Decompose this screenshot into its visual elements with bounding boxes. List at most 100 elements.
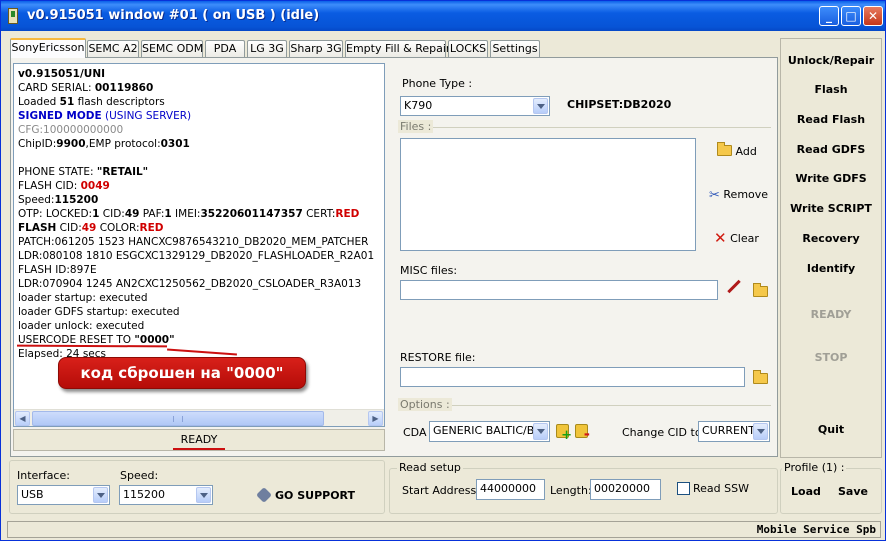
log-line: FLASH CID: 0049 xyxy=(18,180,110,192)
profile-legend: Profile (1) : xyxy=(782,461,847,474)
restore-browse-button[interactable] xyxy=(753,370,768,386)
phone-type-select[interactable]: K790 xyxy=(400,96,550,116)
chevron-down-icon[interactable] xyxy=(753,423,768,440)
go-support-button[interactable]: GO SUPPORT xyxy=(256,487,355,503)
chevron-down-icon[interactable] xyxy=(196,487,211,503)
read-ssw-label: Read SSW xyxy=(693,482,749,495)
misc-browse-button[interactable] xyxy=(753,283,768,299)
status-bar: Mobile Service Spb xyxy=(7,521,881,538)
tab-sonyericsson[interactable]: SonyEricsson xyxy=(10,38,86,58)
misc-files-label: MISC files: xyxy=(400,264,458,277)
interface-label: Interface: xyxy=(17,469,70,482)
length-label: Length: xyxy=(550,484,592,497)
log-line: v0.915051/UNI xyxy=(18,68,106,80)
log-line: LDR:070904 1245 AN2CXC1250562_DB2020_CSL… xyxy=(18,278,362,290)
files-legend: Files : xyxy=(398,120,434,133)
title-bar[interactable]: v0.915051 window #01 ( on USB ) (idle) _… xyxy=(1,1,885,31)
unlock-repair-button[interactable]: Unlock/Repair xyxy=(781,54,881,67)
log-blank xyxy=(18,151,374,165)
misc-files-input[interactable] xyxy=(400,280,718,300)
log-line: CARD SERIAL: 00119860 xyxy=(18,82,154,94)
folder-icon xyxy=(753,370,768,384)
log-line: FLASH ID:897E xyxy=(18,264,97,276)
quit-button[interactable]: Quit xyxy=(781,423,881,436)
support-icon xyxy=(256,487,272,503)
files-list[interactable] xyxy=(400,138,696,251)
read-gdfs-button[interactable]: Read GDFS xyxy=(781,143,881,156)
remove-cda-icon[interactable] xyxy=(575,424,590,443)
remove-button[interactable]: ✂ Remove xyxy=(709,188,768,203)
phone-type-label: Phone Type : xyxy=(402,77,473,90)
close-button[interactable]: ✕ xyxy=(863,6,883,26)
change-cid-label: Change CID to xyxy=(622,426,702,439)
length-input[interactable]: 00020000 xyxy=(590,479,661,500)
tab-pda[interactable]: PDA xyxy=(205,40,245,57)
options-group xyxy=(400,405,771,406)
speed-select[interactable]: 115200 xyxy=(119,485,213,505)
start-address-input[interactable]: 44000000 xyxy=(476,479,545,500)
chipset-label: CHIPSET:DB2020 xyxy=(567,98,672,111)
tab-lg-3g[interactable]: LG 3G xyxy=(247,40,287,57)
app-icon xyxy=(8,8,18,24)
log-line: CFG:100000000000 xyxy=(18,124,124,136)
save-profile-button[interactable]: Save xyxy=(838,485,868,498)
maximize-button[interactable]: □ xyxy=(841,6,861,26)
options-legend: Options : xyxy=(398,398,452,411)
folder-icon xyxy=(753,283,768,297)
restore-file-label: RESTORE file: xyxy=(400,351,476,364)
log-line: loader GDFS startup: executed xyxy=(18,306,180,318)
log-line: FLASH CID:49 COLOR:RED xyxy=(18,222,164,234)
load-profile-button[interactable]: Load xyxy=(791,485,821,498)
brand-label: Mobile Service Spb xyxy=(756,523,876,536)
log-line: PHONE STATE: "RETAIL" xyxy=(18,166,149,178)
write-script-button[interactable]: Write SCRIPT xyxy=(781,202,881,215)
cda-label: CDA xyxy=(403,426,427,439)
restore-file-input[interactable] xyxy=(400,367,745,387)
scroll-left-icon[interactable]: ◀ xyxy=(15,411,30,426)
folder-icon xyxy=(717,142,732,156)
clear-button[interactable]: ✕ Clear xyxy=(714,229,759,247)
misc-edit-button[interactable] xyxy=(726,279,742,295)
recovery-button[interactable]: Recovery xyxy=(781,232,881,245)
log-line: SIGNED MODE (USING SERVER) xyxy=(18,110,192,122)
read-ssw-checkbox[interactable] xyxy=(677,482,690,495)
clear-icon: ✕ xyxy=(714,229,727,247)
tab-semc-a2[interactable]: SEMC A2 xyxy=(87,40,139,57)
tab-settings[interactable]: Settings xyxy=(490,40,540,57)
chevron-down-icon[interactable] xyxy=(533,423,548,440)
scroll-right-icon[interactable]: ▶ xyxy=(368,411,383,426)
ready-button: READY xyxy=(810,308,852,321)
action-panel: Unlock/Repair Flash Read Flash Read GDFS… xyxy=(780,38,882,458)
tab-empty-fill-repair[interactable]: Empty Fill & Repair xyxy=(345,40,450,57)
cda-select[interactable]: GENERIC BALTIC/BA xyxy=(429,421,550,442)
minimize-button[interactable]: _ xyxy=(819,6,839,26)
tab-semc-odm[interactable]: SEMC ODM xyxy=(141,40,203,57)
change-cid-select[interactable]: CURRENT xyxy=(698,421,770,442)
read-flash-button[interactable]: Read Flash xyxy=(781,113,881,126)
interface-select[interactable]: USB xyxy=(17,485,110,505)
scroll-thumb[interactable] xyxy=(32,411,324,426)
chevron-down-icon[interactable] xyxy=(533,98,548,114)
log-line: loader unlock: executed xyxy=(18,320,145,332)
flash-button[interactable]: Flash xyxy=(781,83,881,96)
add-button[interactable]: Add xyxy=(717,142,757,158)
stop-button: STOP xyxy=(814,351,848,364)
add-cda-icon[interactable] xyxy=(556,424,572,443)
pen-icon xyxy=(727,279,741,294)
annotation-ready-underline xyxy=(173,448,225,450)
tab-locks[interactable]: LOCKS xyxy=(448,40,488,57)
log-line: PATCH:061205 1523 HANCXC9876543210_DB202… xyxy=(18,236,369,248)
log-line: LDR:080108 1810 ESGCXC1329129_DB2020_FLA… xyxy=(18,250,375,262)
log-line: Loaded 51 flash descriptors xyxy=(18,96,165,108)
start-address-label: Start Address: xyxy=(402,484,480,497)
write-gdfs-button[interactable]: Write GDFS xyxy=(781,172,881,185)
tab-sharp-3g[interactable]: Sharp 3G xyxy=(289,40,343,57)
read-setup-legend: Read setup xyxy=(397,461,463,474)
log-horizontal-scrollbar[interactable]: ◀ ▶ xyxy=(14,409,384,426)
window-title: v0.915051 window #01 ( on USB ) (idle) xyxy=(27,8,320,23)
log-line: OTP: LOCKED:1 CID:49 PAF:1 IMEI:35220601… xyxy=(18,208,360,220)
scissors-icon: ✂ xyxy=(709,188,720,203)
identify-button[interactable]: Identify xyxy=(781,262,881,275)
annotation-callout: код сброшен на "0000" xyxy=(58,357,306,389)
chevron-down-icon[interactable] xyxy=(93,487,108,503)
